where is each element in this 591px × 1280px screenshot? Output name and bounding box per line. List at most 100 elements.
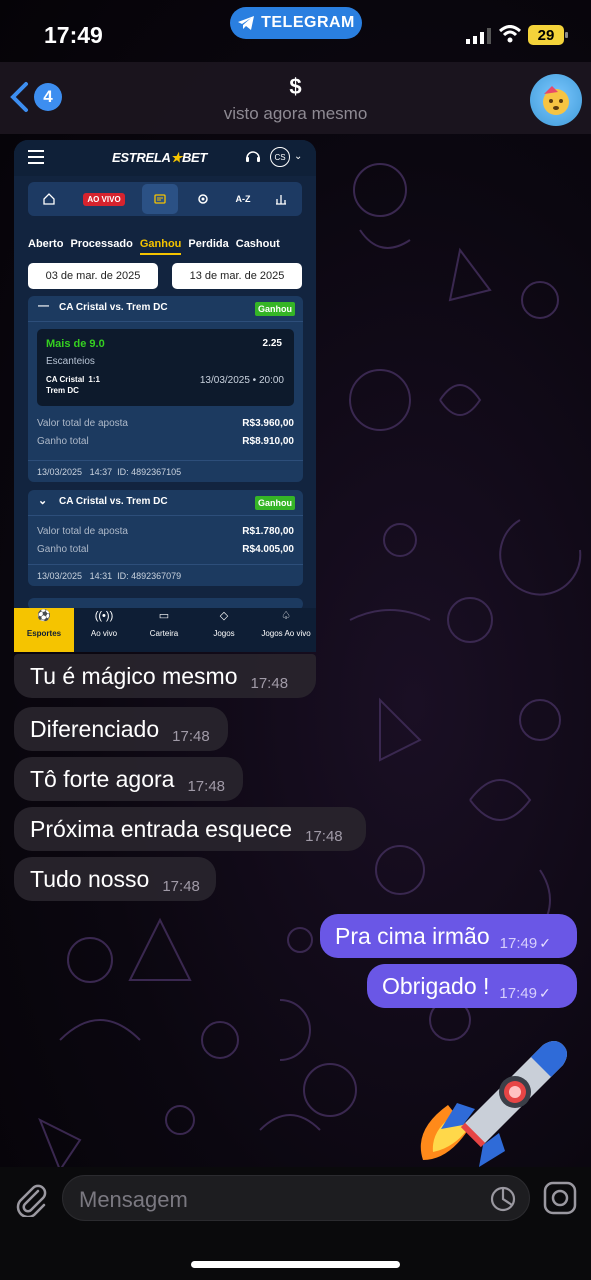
chevron-down-icon: ⌄: [294, 151, 303, 162]
message-text: Pra cima irmão: [335, 922, 490, 949]
win-label: Ganho total: [37, 544, 89, 555]
status-badge: Ganhou: [255, 496, 295, 510]
message-incoming[interactable]: Próxima entrada esquece 17:48: [14, 807, 366, 851]
bottom-nav-label: Esportes: [26, 629, 62, 638]
home-indicator: [191, 1261, 400, 1268]
win-value: R$8.910,00: [242, 436, 294, 447]
read-check-icon: ✓: [538, 984, 551, 1001]
menu-icon: [28, 150, 44, 164]
tab-cashout: Cashout: [235, 238, 280, 250]
message-time: 17:48: [172, 727, 210, 745]
bet-match: CA Cristal vs. Trem DC: [59, 496, 168, 507]
chevron-down-icon: ⌄: [38, 495, 48, 507]
brand-logo: ESTRELA★BET: [112, 150, 207, 166]
chat-title[interactable]: $: [0, 74, 591, 100]
bet-footer: 13/03/2025 14:37 ID: 4892367105: [28, 460, 303, 482]
tab-processado: Processado: [70, 238, 133, 250]
stake-value: R$1.780,00: [242, 526, 294, 537]
avatar-emoji-icon: [543, 86, 569, 115]
message-text: Obrigado !: [382, 972, 490, 999]
message-time: 17:48: [250, 674, 289, 692]
app-bottom-nav: ⚽ Esportes ((•)) Ao vivo ▭ Carteira ◇ Jogos …: [14, 608, 316, 652]
bet-time: 14:31: [89, 570, 113, 581]
status-bar: 17:49 TELEGRAM 29: [0, 0, 591, 62]
bottom-nav-label: Jogos Ao vivo: [261, 629, 311, 638]
message-time: 17:49: [499, 934, 538, 952]
read-check-icon: ✓: [539, 934, 551, 951]
wallet-icon: ▭: [158, 610, 170, 622]
tab-ganhou: Ganhou: [139, 238, 182, 255]
message-text: Tu é mágico mesmo: [30, 662, 238, 689]
az-icon: A-Z: [235, 194, 251, 204]
wifi-icon: [499, 25, 521, 43]
chat-status: visto agora mesmo: [223, 104, 368, 123]
bet-time: 14:37: [89, 466, 113, 477]
message-incoming[interactable]: Tudo nosso 17:48: [14, 857, 216, 901]
sticker-icon[interactable]: [489, 1185, 517, 1213]
live-label: AO VIVO: [83, 192, 125, 206]
gear-icon: [188, 182, 218, 216]
bet-screenshot-image[interactable]: ESTRELA★BET CS ⌄ AO VIVO A-Z Aberto Proc…: [14, 140, 316, 652]
home-icon: [34, 182, 64, 216]
bet-kickoff: 13/03/2025 • 20:00: [199, 375, 284, 386]
headset-icon: [246, 151, 260, 162]
message-time: 17:48: [187, 777, 226, 795]
attach-icon[interactable]: [14, 1181, 48, 1217]
soccer-ball-icon: ⚽: [37, 610, 51, 622]
bottom-nav-label: Jogos: [213, 629, 235, 638]
bet-market: Escanteios: [46, 356, 95, 367]
message-incoming[interactable]: Tu é mágico mesmo 17:48: [14, 654, 316, 698]
brand-right: BET: [181, 150, 208, 165]
telegram-pill[interactable]: TELEGRAM: [230, 7, 362, 39]
bet-selection: Mais de 9.0 2.25 Escanteios CA Cristal 1:…: [37, 329, 294, 406]
chat-header: 4 $ visto agora mesmo: [0, 62, 591, 134]
home-team: CA Cristal: [46, 375, 85, 384]
bet-teams: CA Cristal 1:1 Trem DC: [46, 374, 100, 396]
bet-card-header: — CA Cristal vs. Trem DC Ganhou: [28, 296, 303, 322]
message-outgoing[interactable]: Pra cima irmão 17:49 ✓: [320, 914, 577, 958]
message-text: Tudo nosso: [30, 865, 150, 892]
bet-id: ID: 4892367079: [117, 570, 182, 581]
date-from: 03 de mar. de 2025: [28, 263, 158, 289]
account-badge: CS: [270, 147, 290, 167]
avatar[interactable]: [530, 74, 582, 126]
message-time: 17:48: [305, 827, 343, 845]
bet-card-header: ⌄ CA Cristal vs. Trem DC Ganhou: [28, 490, 303, 516]
brand-left: ESTRELA: [112, 150, 171, 165]
message-time: 17:49: [499, 984, 537, 1002]
message-incoming[interactable]: Diferenciado 17:48: [14, 707, 228, 751]
stake-label: Valor total de aposta: [37, 418, 128, 429]
stake-label: Valor total de aposta: [37, 526, 128, 537]
bottom-nav-ao-vivo: ((•)) Ao vivo: [74, 608, 134, 652]
message-text: Diferenciado: [30, 715, 160, 742]
spade-icon: ♤: [281, 610, 291, 622]
cards-icon: ◇: [219, 610, 229, 622]
bets-icon: [142, 184, 178, 214]
camera-icon[interactable]: [543, 1181, 577, 1215]
app-nav-row: AO VIVO A-Z: [28, 182, 302, 216]
bet-card: ⌄ CA Cristal vs. Trem DC Ganhou Valor to…: [28, 490, 303, 586]
message-composer: Mensagem: [0, 1167, 591, 1280]
match-score: 1:1: [88, 375, 100, 384]
message-text: Tô forte agora: [30, 765, 175, 792]
message-incoming[interactable]: Tô forte agora 17:48: [14, 757, 243, 801]
message-outgoing[interactable]: Obrigado ! 17:49 ✓: [367, 964, 577, 1008]
tab-perdida: Perdida: [188, 238, 229, 250]
bet-footer: 13/03/2025 14:31 ID: 4892367079: [28, 564, 303, 586]
app-topbar: ESTRELA★BET CS ⌄: [14, 140, 316, 176]
win-value: R$4.005,00: [242, 544, 294, 555]
tab-aberto: Aberto: [28, 238, 64, 250]
battery-icon: 29: [528, 25, 568, 45]
live-badge: AO VIVO: [80, 182, 128, 216]
bet-card: — CA Cristal vs. Trem DC Ganhou Mais de …: [28, 296, 303, 482]
message-input[interactable]: Mensagem: [62, 1175, 530, 1221]
bet-match: CA Cristal vs. Trem DC: [59, 302, 168, 313]
broadcast-icon: ((•)): [94, 610, 114, 622]
stake-value: R$3.960,00: [242, 418, 294, 429]
bottom-nav-carteira: ▭ Carteira: [134, 608, 194, 652]
status-badge: Ganhou: [255, 302, 295, 316]
bet-date: 13/03/2025: [37, 570, 83, 581]
rocket-sticker[interactable]: [403, 1030, 573, 1170]
date-to: 13 de mar. de 2025: [172, 263, 302, 289]
brand-star-icon: ★: [170, 150, 183, 165]
